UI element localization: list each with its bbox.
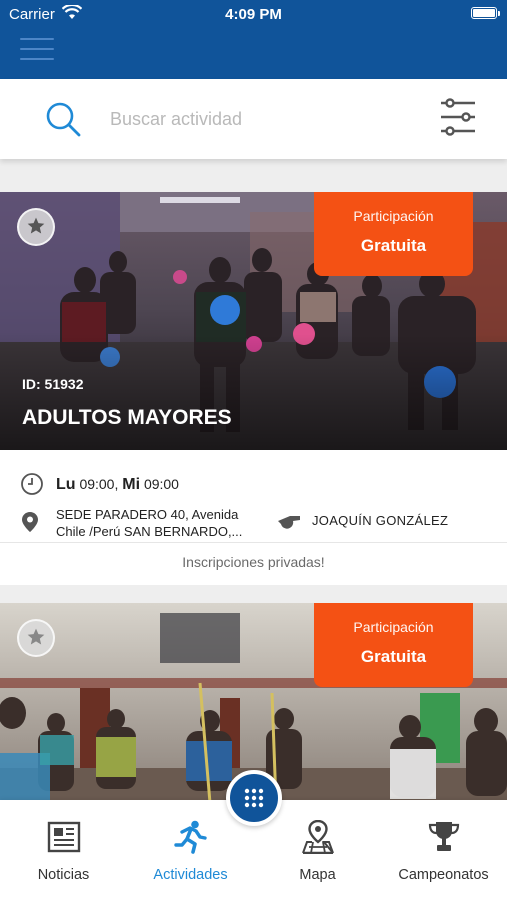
favorite-star-button[interactable] [17, 619, 55, 657]
favorite-star-button[interactable] [17, 208, 55, 246]
hamburger-menu-icon[interactable] [20, 38, 54, 62]
status-time: 4:09 PM [225, 6, 282, 23]
star-icon [27, 628, 45, 645]
activity-details: Lu 09:00, Mi 09:00 SEDE PARADERO 40, Ave… [0, 450, 507, 585]
activity-id: ID: 51932 [22, 376, 84, 392]
location-text: SEDE PARADERO 40, Avenida Chile /Perú SA… [56, 507, 243, 539]
enrollment-note: Inscripciones privadas! [182, 554, 325, 570]
newspaper-icon [47, 821, 81, 853]
app-header: Carrier 4:09 PM [0, 0, 507, 79]
location-pin-icon [22, 512, 38, 532]
grid-dots-icon [244, 788, 264, 808]
tab-label: Noticias [37, 867, 90, 883]
activity-photo: Participación Gratuita ID: 51932 ADULTOS… [0, 192, 507, 450]
tab-label: Actividades [153, 867, 228, 883]
status-bar: Carrier 4:09 PM [0, 0, 507, 28]
tab-campeonatos[interactable]: Campeonatos [380, 800, 507, 900]
divider [0, 542, 507, 543]
price-label: Participación [353, 208, 434, 224]
price-value: Gratuita [360, 236, 427, 255]
activity-title: ADULTOS MAYORES [22, 406, 232, 429]
instructor-name: JOAQUÍN GONZÁLEZ [312, 513, 449, 528]
price-badge: Participación Gratuita [314, 192, 473, 276]
price-value: Gratuita [360, 647, 427, 666]
price-badge: Participación Gratuita [314, 603, 473, 687]
activity-card[interactable]: Participación Gratuita ID: 51932 ADULTOS… [0, 192, 507, 585]
search-input[interactable] [110, 105, 410, 133]
search-icon[interactable] [44, 100, 82, 138]
price-label: Participación [353, 619, 434, 635]
clock-icon [21, 473, 43, 495]
tab-label: Mapa [299, 867, 336, 883]
running-person-icon [174, 820, 207, 854]
search-bar [0, 79, 507, 159]
schedule-text: Lu 09:00, Mi 09:00 [56, 476, 179, 493]
whistle-icon [278, 516, 300, 529]
filter-sliders-icon[interactable] [438, 97, 478, 137]
tab-label: Campeonatos [398, 867, 489, 883]
map-pin-icon [302, 820, 334, 854]
tab-noticias[interactable]: Noticias [0, 800, 127, 900]
battery-icon [471, 7, 497, 19]
trophy-icon [428, 822, 460, 851]
grid-menu-button[interactable] [226, 770, 282, 826]
star-icon [27, 217, 45, 234]
